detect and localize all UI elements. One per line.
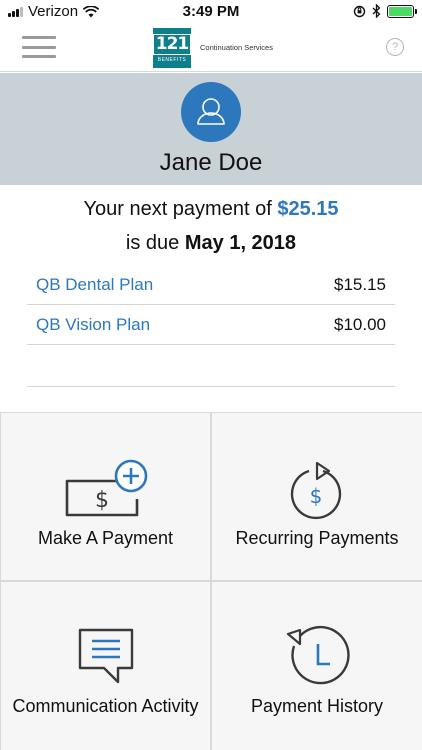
recurring-payments-button[interactable]: $ Recurring Payments bbox=[212, 413, 422, 580]
communication-activity-label: Communication Activity bbox=[12, 696, 199, 716]
bill-plus-icon: $ bbox=[65, 459, 148, 517]
bluetooth-icon bbox=[372, 4, 381, 18]
help-icon[interactable]: ? bbox=[386, 38, 404, 56]
svg-text:$: $ bbox=[310, 484, 323, 508]
history-clock-icon bbox=[286, 625, 350, 685]
payment-history-label: Payment History bbox=[250, 696, 384, 716]
next-payment-amount: $25.15 bbox=[277, 198, 339, 220]
hamburger-menu-icon[interactable] bbox=[22, 36, 56, 58]
next-payment-line: Your next payment of $25.15 bbox=[0, 198, 422, 221]
summary-divider bbox=[27, 386, 395, 387]
svg-text:$: $ bbox=[95, 488, 109, 513]
orientation-lock-icon bbox=[353, 5, 366, 17]
brand-tagline: Continuation Services bbox=[200, 43, 273, 52]
status-right bbox=[353, 4, 417, 18]
profile-name: Jane Doe bbox=[159, 149, 263, 176]
payment-history-button[interactable]: Payment History bbox=[212, 582, 422, 750]
next-payment-prefix: Your next payment of bbox=[83, 198, 272, 220]
plan-name[interactable]: QB Vision Plan bbox=[36, 315, 150, 335]
app-header: 121 BENEFITS Continuation Services ? bbox=[0, 24, 422, 72]
plan-row-vision[interactable]: QB Vision Plan $10.00 bbox=[27, 305, 395, 345]
recurring-payments-label: Recurring Payments bbox=[235, 528, 399, 548]
recurring-dollar-icon: $ bbox=[290, 461, 342, 520]
battery-icon bbox=[387, 4, 417, 18]
logo-sub: BENEFITS bbox=[157, 56, 187, 63]
plan-name[interactable]: QB Dental Plan bbox=[36, 275, 153, 295]
make-payment-button[interactable]: $ Make A Payment bbox=[1, 413, 210, 580]
avatar bbox=[181, 82, 241, 142]
brand-logo: 121 BENEFITS bbox=[152, 28, 192, 68]
plan-list: QB Dental Plan $15.15 QB Vision Plan $10… bbox=[27, 265, 395, 345]
user-icon bbox=[197, 98, 225, 125]
status-bar: Verizon 3:49 PM bbox=[0, 0, 422, 24]
due-date-line: is due May 1, 2018 bbox=[0, 232, 422, 255]
plan-price: $15.15 bbox=[334, 274, 386, 294]
due-date: May 1, 2018 bbox=[184, 232, 297, 254]
communication-activity-button[interactable]: Communication Activity bbox=[1, 582, 210, 750]
chat-bubble-icon bbox=[78, 628, 134, 684]
plan-row-dental[interactable]: QB Dental Plan $15.15 bbox=[27, 265, 395, 305]
make-payment-label: Make A Payment bbox=[37, 528, 174, 548]
action-grid: $ Make A Payment $ Recurring Payments Co… bbox=[0, 412, 422, 750]
due-prefix: is due bbox=[125, 232, 180, 254]
logo-mark: 121 bbox=[152, 33, 192, 55]
plan-price: $10.00 bbox=[334, 314, 386, 334]
profile-banner: Jane Doe bbox=[0, 73, 422, 185]
